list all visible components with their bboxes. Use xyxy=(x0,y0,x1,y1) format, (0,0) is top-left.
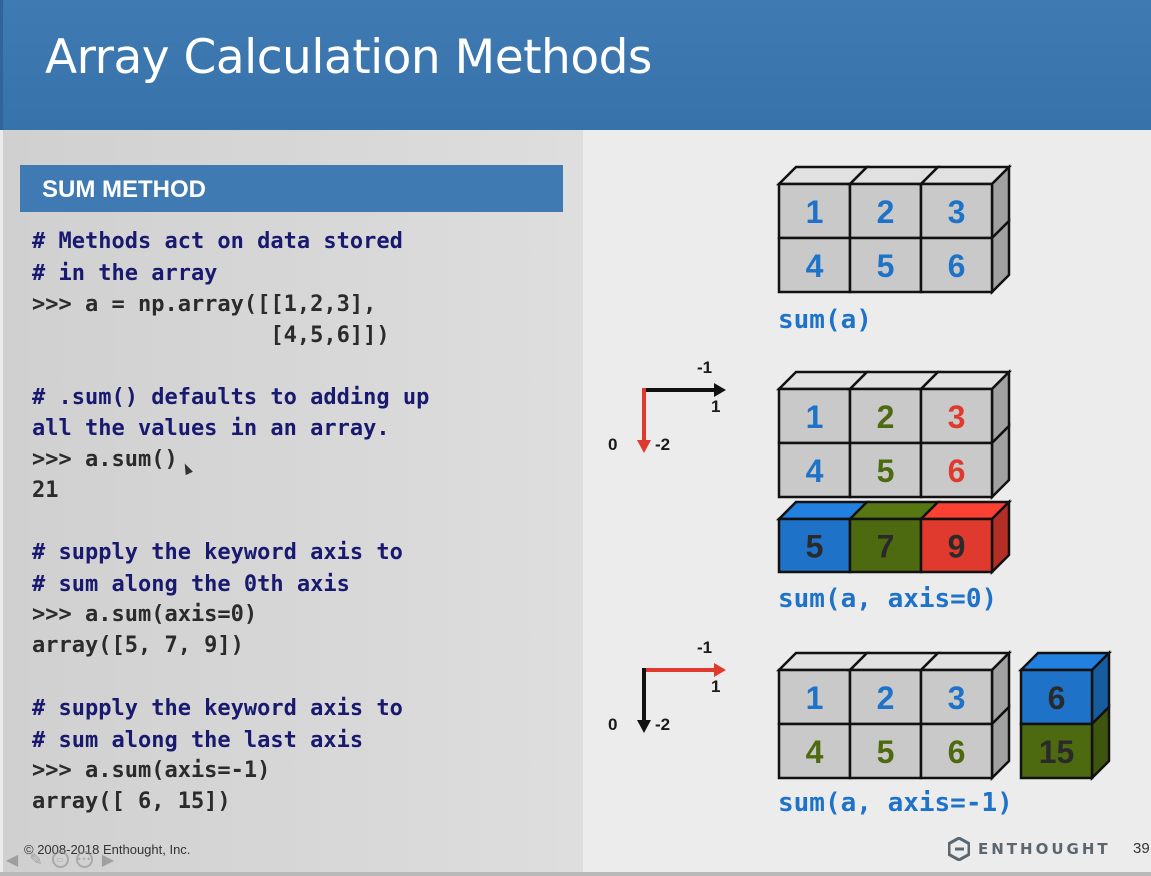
array-diagram: 1 2 3 4 5 6 1 2 3 4 5 6 5 7 9 1 2 3 4 5 6 6 15 -1 1 0 -2 -1 … xyxy=(608,163,1113,782)
axis-label-1: 1 xyxy=(711,397,720,416)
arrow-right-icon xyxy=(714,663,726,677)
sum-axis-neg1-label: sum(a, axis=-1) xyxy=(778,788,1013,818)
axis-diagram-1: -1 1 0 -2 xyxy=(608,358,726,454)
axis-label-neg1: -1 xyxy=(697,358,712,377)
sum-axis-neg1-figure: 1 2 3 4 5 6 6 15 xyxy=(775,649,1113,782)
axis-label-0: 0 xyxy=(608,715,617,734)
cell-value: 6 xyxy=(1048,680,1066,716)
code-line: # sum along the 0th axis xyxy=(32,572,350,597)
slides-icon[interactable]: ▭ xyxy=(50,849,70,869)
arrow-down-icon xyxy=(637,720,651,733)
slide-title: Array Calculation Methods xyxy=(45,30,652,85)
more-icon[interactable]: ••• xyxy=(74,849,94,869)
sum-all-label: sum(a) xyxy=(778,305,872,335)
axis-label-neg2: -2 xyxy=(655,715,670,734)
code-line: # Methods act on data stored xyxy=(32,229,403,254)
cell-value: 1 xyxy=(806,680,824,716)
cell-value: 2 xyxy=(877,680,895,716)
axis-diagram-2: -1 1 0 -2 xyxy=(608,638,726,734)
arrow-right-icon[interactable]: ▶ xyxy=(98,849,118,869)
pen-icon[interactable]: ✎ xyxy=(26,849,46,869)
cell-value: 2 xyxy=(877,194,895,230)
arrow-left-icon[interactable]: ◀ xyxy=(2,849,22,869)
sum-all-figure: 1 2 3 4 5 6 xyxy=(775,163,1013,296)
axis-label-1: 1 xyxy=(711,677,720,696)
code-line: # supply the keyword axis to xyxy=(32,540,403,565)
arrow-right-icon xyxy=(714,383,726,397)
axis-label-neg2: -2 xyxy=(655,435,670,454)
cell-value: 9 xyxy=(948,529,966,565)
cell-value: 15 xyxy=(1039,734,1075,770)
cell-value: 2 xyxy=(877,399,895,435)
cell-value: 6 xyxy=(948,734,966,770)
cell-value: 3 xyxy=(948,680,966,716)
bottom-strip xyxy=(0,872,1151,876)
cell-value: 5 xyxy=(877,453,895,489)
section-header: SUM METHOD xyxy=(20,165,563,212)
logo-text: ENTHOUGHT xyxy=(978,840,1111,858)
presentation-toolbar: ◀ ✎ ▭ ••• ▶ xyxy=(2,848,118,870)
cell-value: 4 xyxy=(806,734,824,770)
cell-value: 1 xyxy=(806,194,824,230)
cell-value: 6 xyxy=(948,248,966,284)
page-number: 39 xyxy=(1133,840,1150,857)
axis-label-0: 0 xyxy=(608,435,617,454)
slide-header: Array Calculation Methods xyxy=(0,0,1151,130)
cell-value: 6 xyxy=(948,453,966,489)
code-line: # in the array xyxy=(32,261,218,286)
sum-axis0-label: sum(a, axis=0) xyxy=(778,584,998,614)
cell-value: 5 xyxy=(806,529,824,565)
enthought-logo: ENTHOUGHT xyxy=(948,836,1111,862)
code-line: array([5, 7, 9]) xyxy=(32,633,244,658)
cell-value: 4 xyxy=(806,453,824,489)
enthought-logo-icon xyxy=(948,837,970,861)
cell-value: 4 xyxy=(806,248,824,284)
sum-axis0-figure: 1 2 3 4 5 6 5 7 9 xyxy=(775,368,1013,576)
code-line: # .sum() defaults to adding up xyxy=(32,385,430,410)
code-line: array([ 6, 15]) xyxy=(32,789,231,814)
code-line: all the values in an array. xyxy=(32,416,390,441)
cell-value: 5 xyxy=(877,734,895,770)
cell-value: 5 xyxy=(877,248,895,284)
cell-value: 1 xyxy=(806,399,824,435)
code-line: >>> a.sum() xyxy=(32,447,178,472)
cell-value: 3 xyxy=(948,194,966,230)
code-line: >>> a.sum(axis=0) xyxy=(32,602,258,627)
code-line: [4,5,6]]) xyxy=(32,323,390,348)
code-line: # sum along the last axis xyxy=(32,728,364,753)
code-line: 21 xyxy=(32,478,59,503)
cell-value: 7 xyxy=(877,529,895,565)
cell-value: 3 xyxy=(948,399,966,435)
code-line: >>> a = np.array([[1,2,3], xyxy=(32,292,377,317)
arrow-down-icon xyxy=(637,440,651,453)
section-label: SUM METHOD xyxy=(42,176,206,203)
axis-label-neg1: -1 xyxy=(697,638,712,657)
code-line: >>> a.sum(axis=-1) xyxy=(32,758,271,783)
code-line: # supply the keyword axis to xyxy=(32,696,403,721)
